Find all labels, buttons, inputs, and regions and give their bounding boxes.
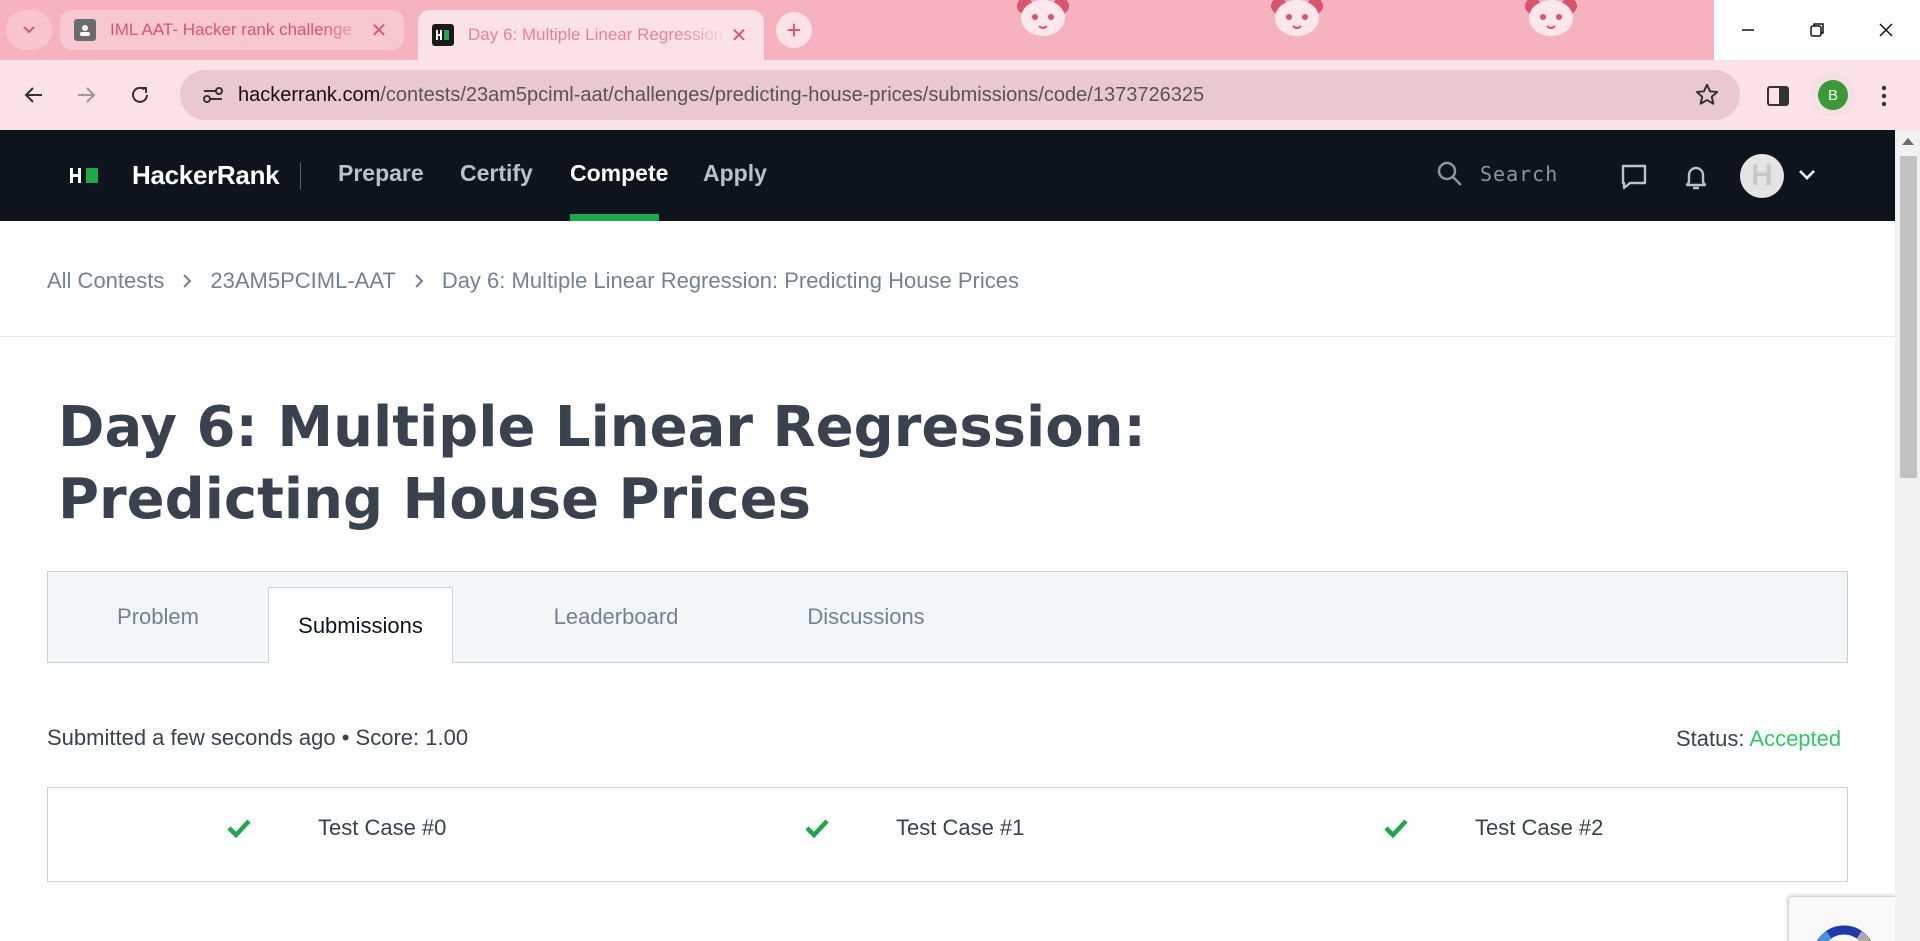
close-icon	[1879, 23, 1893, 37]
breadcrumb: All Contests 23AM5PCIML-AAT Day 6: Multi…	[47, 268, 1019, 294]
back-button[interactable]	[14, 75, 54, 115]
page-viewport: HackerRank Prepare Certify Compete Apply…	[0, 130, 1895, 941]
reload-icon	[132, 86, 148, 103]
close-tab-icon[interactable]: ✕	[368, 18, 390, 43]
reload-button[interactable]	[120, 75, 160, 115]
hackerrank-favicon-icon	[432, 24, 454, 46]
nav-apply[interactable]: Apply	[703, 160, 767, 187]
bookmark-star-icon[interactable]	[1694, 82, 1720, 108]
breadcrumb-challenge[interactable]: Day 6: Multiple Linear Regression: Predi…	[442, 268, 1019, 294]
submission-summary: Submitted a few seconds ago • Score: 1.0…	[47, 725, 469, 750]
panda-theme-decoration	[1271, 0, 1323, 36]
submission-status: Status: Accepted	[1676, 726, 1841, 752]
address-bar[interactable]: hackerrank.com/contests/23am5pciml-aat/c…	[180, 70, 1740, 120]
test-case-label: Test Case #0	[318, 815, 447, 840]
classroom-favicon-icon	[74, 19, 96, 41]
panda-theme-decoration	[1017, 0, 1069, 36]
minimize-icon	[1742, 29, 1755, 31]
recaptcha-badge[interactable]	[1788, 896, 1895, 941]
test-case-item[interactable]: Test Case #2	[1383, 815, 1603, 841]
chevron-right-icon	[183, 274, 192, 288]
nav-prepare[interactable]: Prepare	[338, 160, 424, 187]
side-panel-icon[interactable]	[1762, 80, 1794, 112]
user-avatar[interactable]: H	[1740, 154, 1784, 198]
browser-tab-active[interactable]: Day 6: Multiple Linear Regression ✕	[418, 10, 764, 60]
messages-icon[interactable]	[1619, 162, 1649, 192]
status-label: Status:	[1676, 726, 1745, 751]
checkmark-icon	[1384, 819, 1408, 839]
checkmark-icon	[227, 819, 251, 839]
nav-certify[interactable]: Certify	[460, 160, 533, 187]
notifications-bell-icon[interactable]	[1681, 162, 1711, 192]
restore-icon	[1810, 23, 1824, 37]
forward-button[interactable]	[66, 75, 106, 115]
close-tab-icon[interactable]: ✕	[728, 23, 750, 48]
hackerrank-logo-icon	[70, 167, 98, 183]
page-title-line-2: Predicting House Prices	[58, 467, 811, 532]
breadcrumb-contest[interactable]: 23AM5PCIML-AAT	[210, 268, 395, 294]
nav-divider	[300, 162, 301, 190]
new-tab-button[interactable]: +	[776, 12, 812, 48]
tab-title: IML AAT- Hacker rank challenge	[110, 20, 352, 39]
chevron-right-icon	[415, 274, 424, 288]
browser-tab[interactable]: IML AAT- Hacker rank challenge ✕	[60, 10, 404, 50]
panda-theme-decoration	[1525, 0, 1577, 36]
site-search[interactable]: Search	[1436, 160, 1558, 188]
breadcrumb-all-contests[interactable]: All Contests	[47, 268, 164, 294]
tab-submissions[interactable]: Submissions	[268, 587, 453, 663]
hackerrank-logo[interactable]: HackerRank	[70, 160, 280, 191]
tab-leaderboard[interactable]: Leaderboard	[516, 572, 716, 662]
arrow-right-icon	[78, 87, 96, 103]
search-icon	[1437, 161, 1462, 186]
browser-menu-icon[interactable]	[1868, 80, 1900, 112]
tab-discussions[interactable]: Discussions	[766, 572, 966, 662]
browser-tab-strip: IML AAT- Hacker rank challenge ✕ Day 6: …	[0, 0, 1920, 60]
scrollbar-thumb[interactable]	[1900, 156, 1917, 478]
tab-title: Day 6: Multiple Linear Regression	[468, 25, 724, 44]
test-case-results: Test Case #0 Test Case #1 Test Case #2	[47, 787, 1848, 882]
test-case-item[interactable]: Test Case #0	[226, 815, 446, 841]
profile-button[interactable]: B	[1810, 73, 1856, 117]
tab-problem[interactable]: Problem	[48, 572, 268, 662]
url-text: hackerrank.com/contests/23am5pciml-aat/c…	[238, 83, 1205, 106]
checkmark-icon	[805, 819, 829, 839]
test-case-item[interactable]: Test Case #1	[804, 815, 1024, 841]
challenge-tabs: Problem Submissions Leaderboard Discussi…	[47, 571, 1848, 663]
arrow-left-icon	[24, 87, 42, 103]
test-case-label: Test Case #1	[896, 815, 1025, 840]
close-window-button[interactable]	[1851, 0, 1920, 60]
chevron-down-icon[interactable]	[1795, 163, 1819, 187]
minimize-button[interactable]	[1714, 0, 1783, 60]
hackerrank-navbar: HackerRank Prepare Certify Compete Apply…	[0, 130, 1895, 221]
window-controls	[1714, 0, 1920, 60]
breadcrumb-divider	[0, 336, 1895, 337]
active-nav-indicator	[570, 214, 659, 221]
page-title: Day 6: Multiple Linear Regression: Predi…	[58, 392, 1258, 536]
profile-avatar: B	[1818, 80, 1848, 110]
tab-search-button[interactable]	[6, 10, 52, 50]
site-info-icon[interactable]	[188, 85, 238, 105]
nav-compete[interactable]: Compete	[570, 160, 668, 187]
restore-button[interactable]	[1783, 0, 1852, 60]
browser-toolbar: hackerrank.com/contests/23am5pciml-aat/c…	[0, 60, 1920, 130]
page-scrollbar[interactable]	[1895, 130, 1920, 941]
recaptcha-icon	[1816, 925, 1872, 941]
test-case-label: Test Case #2	[1475, 815, 1604, 840]
scroll-up-arrow-icon[interactable]	[1902, 138, 1914, 145]
search-placeholder: Search	[1480, 162, 1559, 186]
chevron-down-icon	[23, 26, 35, 34]
brand-name: HackerRank	[132, 160, 280, 190]
page-title-line-1: Day 6: Multiple Linear Regression:	[58, 395, 1146, 460]
status-value: Accepted	[1749, 726, 1842, 751]
